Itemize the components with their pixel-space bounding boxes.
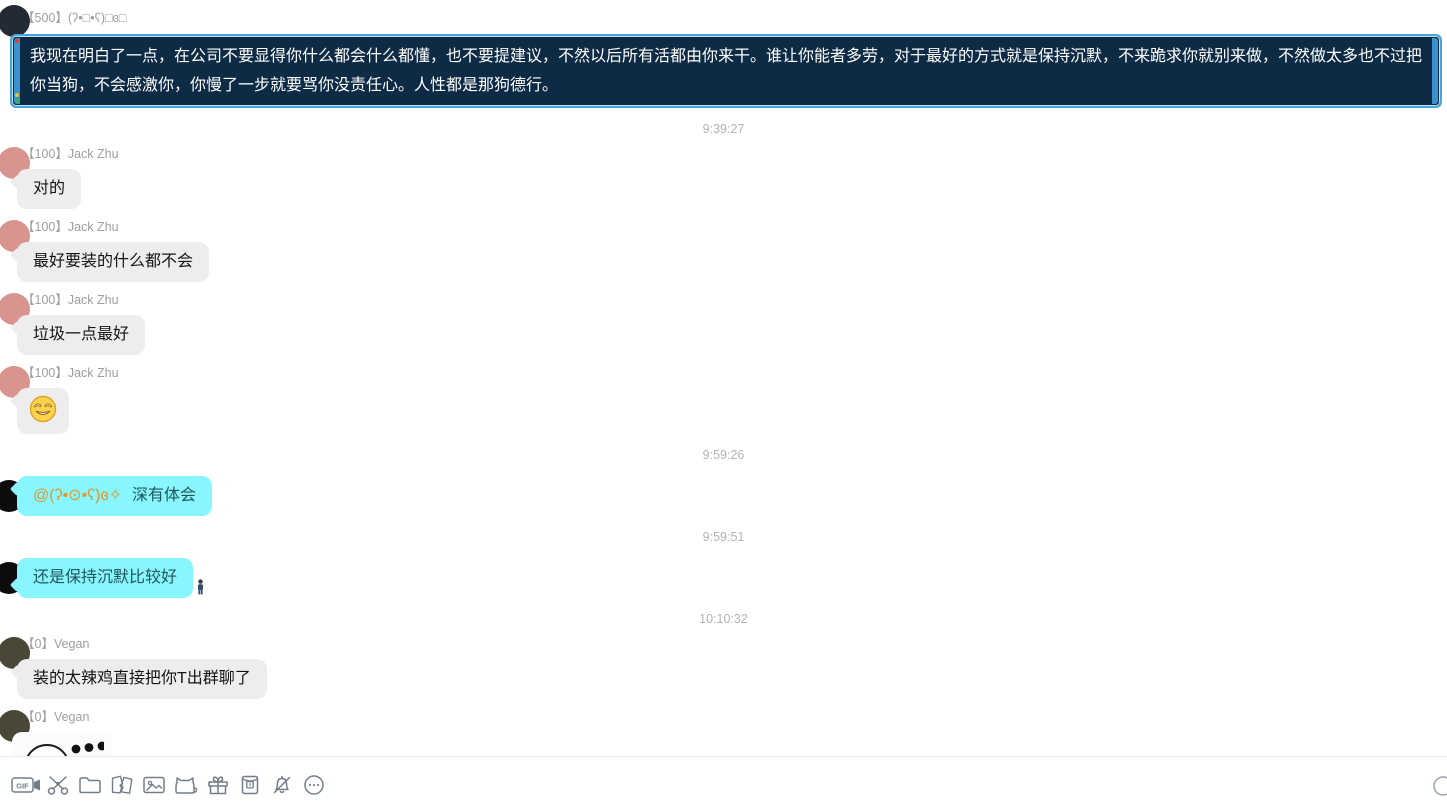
gift-icon[interactable] [202,772,234,798]
timestamp: 9:59:51 [702,530,745,544]
cat-pack-icon[interactable] [170,772,202,798]
avatar[interactable] [0,5,30,37]
chat-bubble[interactable]: 还是保持沉默比较好 [17,558,194,598]
selection-handle-green [15,99,19,103]
sender-name: 【100】Jack Zhu [22,147,119,161]
sly-smile-emoji-icon [29,395,57,427]
chat-bubble[interactable]: 装的太辣鸡直接把你T出群聊了 [17,659,267,699]
sender-row-500: 【500】(ʔ•□•ʕ)□ɞ□ [0,5,1447,37]
message-row: 装的太辣鸡直接把你T出群聊了 [17,659,1447,699]
chat-bubble[interactable]: 垃圾一点最好 [17,315,146,355]
timestamp: 10:10:32 [699,612,748,626]
timestamp: 9:59:26 [702,448,745,462]
folder-icon[interactable] [74,772,106,798]
chat-bubble[interactable]: 对的 [17,169,82,209]
selected-message-text: 我现在明白了一点，在公司不要显得你什么都会什么都懂，也不要提建议，不然以后所有活… [30,48,1423,94]
more-icon[interactable] [298,772,330,798]
svg-text:GIF: GIF [16,781,29,790]
message-row: 最好要装的什么都不会 [17,242,1447,282]
chat-toolbar: GIF ¥ [0,756,1447,812]
red-packet-icon[interactable]: ¥ [234,772,266,798]
chat-bubble[interactable] [17,388,69,434]
history-icon[interactable] [1427,773,1447,799]
sender-name: 【500】(ʔ•□•ʕ)□ɞ□ [22,11,127,25]
mention-text[interactable]: @(ʔ•⊙•ʕ)ɞ✧ [33,487,122,504]
chat-history: 【500】(ʔ•□•ʕ)□ɞ□ 我现在明白了一点，在公司不要显得你什么都会什么都… [0,0,1447,756]
selected-message-bubble[interactable]: 我现在明白了一点，在公司不要显得你什么都会什么都懂，也不要提建议，不然以后所有活… [10,34,1442,108]
sender-name: 【0】Vegan [22,637,90,651]
scissors-icon[interactable] [42,772,74,798]
selection-strip-right [1432,38,1438,104]
bell-off-icon[interactable] [266,772,298,798]
gif-video-icon[interactable]: GIF [10,772,42,798]
annoyed-face-on-table-sticker-icon[interactable] [12,732,112,756]
sender-name: 【100】Jack Zhu [22,220,119,234]
message-row: @(ʔ•⊙•ʕ)ɞ✧ 深有体会 [0,476,1447,516]
sender-row-jack: 【100】Jack Zhu [0,220,1447,252]
sender-name: 【100】Jack Zhu [22,366,119,380]
selection-handle-yellow [15,93,19,97]
message-row: 垃圾一点最好 [17,315,1447,355]
timestamp: 9:39:27 [702,122,745,136]
sender-row-jack: 【100】Jack Zhu [0,366,1447,398]
message-text: 还是保持沉默比较好 [33,569,178,586]
tiny-person-sticker-icon [196,579,205,600]
selection-handle-red [15,39,19,43]
selected-message-wrap: 我现在明白了一点，在公司不要显得你什么都会什么都懂，也不要提建议，不然以后所有活… [10,34,1442,108]
chat-bubble[interactable]: 最好要装的什么都不会 [17,242,210,282]
message-row: 对的 [17,169,1447,209]
sender-row-vegan: 【0】Vegan [0,710,1447,742]
message-row [12,732,1447,756]
sender-row-jack: 【100】Jack Zhu [0,293,1447,325]
sender-name: 【100】Jack Zhu [22,293,119,307]
chat-bubble[interactable]: @(ʔ•⊙•ʕ)ɞ✧ 深有体会 [17,476,213,516]
message-row [17,388,1447,434]
sender-name: 【0】Vegan [22,710,90,724]
sender-row-vegan: 【0】Vegan [0,637,1447,669]
message-row: 还是保持沉默比较好 [0,558,1447,600]
torn-photo-icon[interactable] [106,772,138,798]
image-icon[interactable] [138,772,170,798]
message-text: 深有体会 [132,487,197,504]
sender-row-jack: 【100】Jack Zhu [0,147,1447,179]
